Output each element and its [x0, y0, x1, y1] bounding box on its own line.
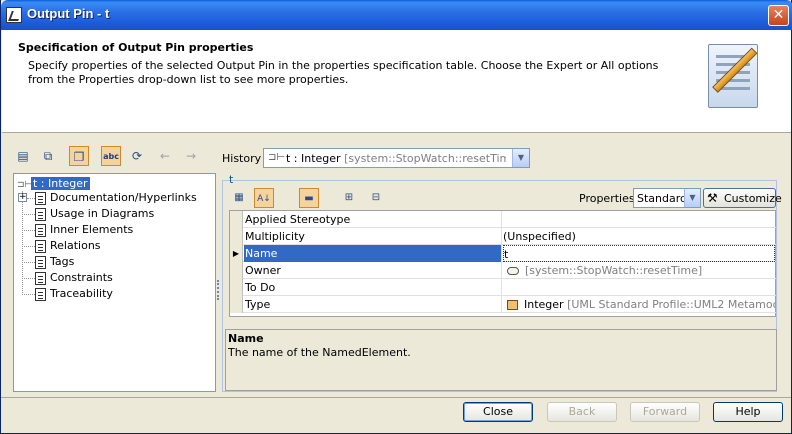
table-row[interactable]: Multiplicity (Unspecified)	[230, 228, 776, 245]
tree-item-constraints[interactable]: Constraints	[35, 270, 113, 286]
title-bar: Output Pin - t ✕	[1, 0, 792, 30]
table-row[interactable]: Owner [system::StopWatch::resetTime]	[230, 262, 776, 279]
output-pin-icon: ⊐⊢	[268, 152, 286, 163]
description-title: Name	[228, 332, 264, 345]
history-label: History :	[222, 152, 269, 165]
back-arrow-icon[interactable]: ←	[155, 146, 175, 166]
history-value: t : Integer	[286, 152, 341, 165]
chevron-down-icon[interactable]: ▼	[684, 189, 700, 207]
tree-item-usage-in-diagrams[interactable]: Usage in Diagrams	[35, 206, 154, 222]
properties-mode-dropdown[interactable]: Standard ▼	[633, 188, 701, 208]
expand-icon[interactable]: +	[18, 193, 27, 202]
back-button[interactable]: Back	[547, 402, 617, 422]
footer-divider	[1, 397, 791, 398]
properties-table: Applied Stereotype Multiplicity (Unspeci…	[229, 210, 776, 317]
window-close-button[interactable]: ✕	[768, 5, 789, 26]
sort-alpha-icon[interactable]: A↓	[254, 188, 274, 208]
page-icon	[35, 191, 46, 205]
tree-item-inner-elements[interactable]: Inner Elements	[35, 222, 133, 238]
panel-title: t	[229, 173, 234, 186]
expand-all-icon[interactable]: ⊞	[339, 188, 359, 208]
page-icon	[35, 207, 46, 221]
name-value-field[interactable]: t	[503, 245, 775, 262]
tree-item-documentation[interactable]: Documentation/Hyperlinks	[35, 190, 197, 206]
customize-button[interactable]: ⚒ Customize	[703, 188, 782, 208]
page-icon	[35, 255, 46, 269]
page-icon	[35, 271, 46, 285]
hierarchy-icon[interactable]: ⧉	[38, 146, 58, 166]
chevron-down-icon[interactable]: ▼	[512, 149, 529, 167]
tree-item-relations[interactable]: Relations	[35, 238, 101, 254]
header-description: Specify properties of the selected Outpu…	[28, 59, 659, 86]
page-icon	[35, 287, 46, 301]
page-icon	[35, 239, 46, 253]
app-icon	[6, 7, 22, 23]
description-text: The name of the NamedElement.	[228, 346, 411, 359]
forward-button[interactable]: Forward	[630, 402, 700, 422]
categorized-icon[interactable]: ▦	[229, 188, 249, 208]
table-row[interactable]: Applied Stereotype	[230, 211, 776, 228]
tree-item-traceability[interactable]: Traceability	[35, 286, 113, 302]
specification-tree: ⊐⊢t : Integer + Documentation/Hyperlinks…	[13, 173, 216, 392]
history-qualifier: [system::StopWatch::resetTime::]	[344, 152, 506, 165]
table-row[interactable]: ▶ Name t	[230, 245, 776, 262]
copy-icon[interactable]: ❐	[69, 146, 89, 166]
header-title: Specification of Output Pin properties	[18, 41, 254, 54]
properties-label: Properties:	[579, 192, 639, 205]
refresh-icon[interactable]: ⟳	[127, 146, 147, 166]
tree-item-tags[interactable]: Tags	[35, 254, 74, 270]
tree-view-icon[interactable]: ▤	[13, 146, 33, 166]
datatype-icon	[507, 300, 518, 310]
panel-splitter[interactable]	[217, 280, 220, 300]
dialog-window: Output Pin - t ✕ Specification of Output…	[0, 0, 792, 434]
output-pin-icon: ⊐⊢	[17, 180, 33, 190]
description-panel: Name The name of the NamedElement.	[225, 329, 777, 391]
description-toggle-icon[interactable]: ▬	[299, 188, 319, 208]
forward-arrow-icon[interactable]: →	[181, 146, 201, 166]
spellcheck-icon[interactable]: abc	[101, 146, 121, 166]
table-row[interactable]: To Do	[230, 279, 776, 296]
history-dropdown[interactable]: ⊐⊢ t : Integer [system::StopWatch::reset…	[263, 148, 530, 168]
row-pointer-icon: ▶	[230, 245, 243, 262]
table-row[interactable]: Type Integer [UML Standard Profile::UML2…	[230, 296, 776, 313]
page-icon	[35, 223, 46, 237]
wrench-icon: ⚒	[707, 191, 718, 205]
window-title: Output Pin - t	[27, 6, 110, 21]
help-button[interactable]: Help	[713, 402, 783, 422]
action-icon	[507, 267, 519, 275]
collapse-all-icon[interactable]: ⊟	[366, 188, 386, 208]
header-panel: Specification of Output Pin properties S…	[2, 30, 791, 133]
close-button[interactable]: Close	[463, 402, 533, 422]
